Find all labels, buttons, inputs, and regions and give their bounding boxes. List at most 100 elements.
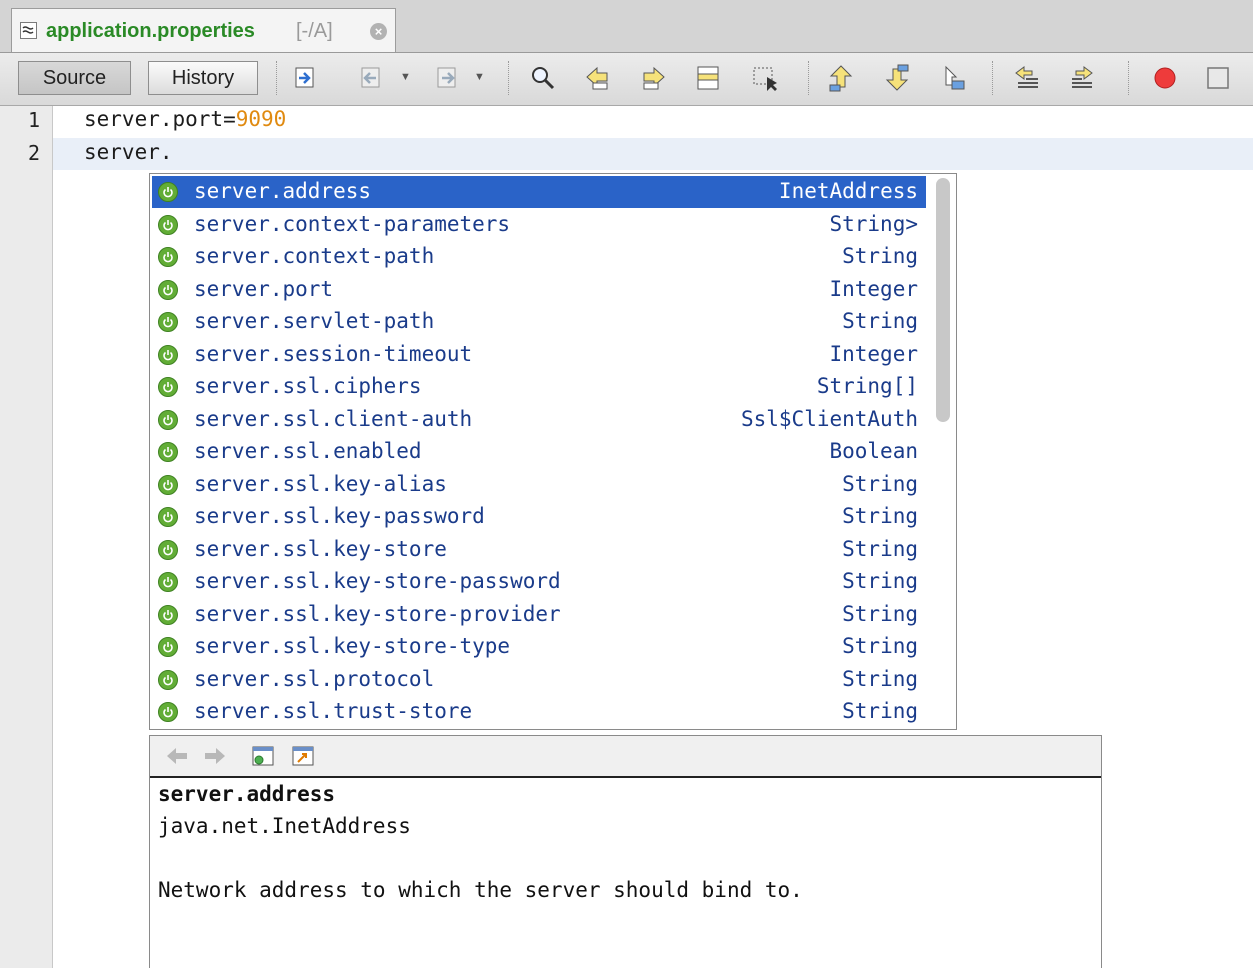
spring-boot-icon xyxy=(158,669,178,690)
chevron-down-icon[interactable]: ▼ xyxy=(474,71,485,83)
completion-item-type: String xyxy=(842,634,918,658)
line-number: 2 xyxy=(28,141,41,165)
spring-boot-icon xyxy=(158,442,178,462)
completion-item[interactable]: server.port Integer xyxy=(152,274,926,306)
completion-item-name: server.ssl.key-password xyxy=(194,504,485,528)
completion-item[interactable]: server.ssl.key-store-provider String xyxy=(152,599,926,631)
completion-item-type: Ssl$ClientAuth xyxy=(740,406,918,431)
properties-file-icon xyxy=(20,22,37,39)
spring-boot-icon xyxy=(158,637,178,657)
code-line[interactable]: server.port=9090 xyxy=(84,107,286,131)
completion-item[interactable]: server.address InetAddress xyxy=(152,176,926,208)
tab-title: application.properties xyxy=(46,20,255,42)
completion-item-type: Boolean xyxy=(829,439,918,463)
toolbar-separator xyxy=(808,61,809,95)
completion-item-name: server.servlet-path xyxy=(194,309,435,333)
next-bookmark-icon[interactable] xyxy=(882,63,912,93)
tab-application-properties[interactable]: application.properties [-/A] × xyxy=(11,8,396,52)
completion-item-type: InetAddress xyxy=(778,179,918,203)
completion-item-name: server.ssl.key-alias xyxy=(194,471,447,496)
stop-macro-icon[interactable] xyxy=(1203,63,1233,93)
completion-item-name: server.context-parameters xyxy=(194,211,511,236)
completion-item[interactable]: server.ssl.key-store String xyxy=(152,534,926,566)
doc-property-description: Network address to which the server shou… xyxy=(158,878,803,902)
completion-item-type: Integer xyxy=(829,276,918,301)
completion-item-name: server.session-timeout xyxy=(194,341,473,366)
completion-item[interactable]: server.session-timeout Integer xyxy=(152,339,926,371)
completion-item-type: String xyxy=(842,471,918,496)
completion-item[interactable]: server.ssl.ciphers String[] xyxy=(152,371,926,403)
history-button[interactable]: History xyxy=(148,61,258,95)
toggle-highlight-icon[interactable] xyxy=(694,63,724,93)
close-icon[interactable]: × xyxy=(370,23,387,40)
previous-bookmark-icon[interactable] xyxy=(826,63,856,93)
documentation-toolbar xyxy=(150,736,1101,778)
source-button[interactable]: Source xyxy=(18,61,131,95)
completion-item-name: server.ssl.client-auth xyxy=(194,406,473,431)
completion-item[interactable]: server.context-path String xyxy=(152,241,926,273)
completion-item-name: server.ssl.protocol xyxy=(194,666,435,691)
completion-item[interactable]: server.ssl.enabled Boolean xyxy=(152,436,926,468)
completion-item-type: String xyxy=(842,601,918,626)
line-number: 1 xyxy=(28,108,41,132)
find-previous-icon[interactable] xyxy=(583,63,613,93)
chevron-down-icon[interactable]: ▼ xyxy=(400,71,411,83)
completion-item-name: server.ssl.key-store-password xyxy=(194,569,561,593)
completion-item[interactable]: server.ssl.trust-store String xyxy=(152,696,926,728)
open-in-browser-icon[interactable] xyxy=(250,744,276,768)
completion-item-type: String xyxy=(842,309,918,333)
completion-item-type: String> xyxy=(829,211,918,236)
code-completion-popup[interactable]: server.address InetAddress server.context-… xyxy=(149,173,957,730)
current-line-highlight xyxy=(53,138,1253,170)
completion-item-type: String xyxy=(842,244,918,268)
forward-icon[interactable] xyxy=(432,63,462,93)
completion-item-name: server.ssl.key-store-type xyxy=(194,634,511,658)
toolbar-separator xyxy=(276,61,277,95)
spring-boot-icon xyxy=(158,214,178,235)
completion-item-type: String xyxy=(842,504,918,528)
spring-boot-icon xyxy=(158,279,178,300)
toolbar-separator xyxy=(1128,61,1129,95)
goto-source-icon[interactable] xyxy=(290,744,316,768)
spring-boot-icon xyxy=(158,409,178,430)
toolbar-separator xyxy=(992,61,993,95)
completion-item[interactable]: server.context-parameters String> xyxy=(152,209,926,241)
start-macro-icon[interactable] xyxy=(1150,63,1180,93)
find-next-icon[interactable] xyxy=(638,63,668,93)
completion-item[interactable]: server.ssl.protocol String xyxy=(152,664,926,696)
toolbar-separator xyxy=(508,61,509,95)
spring-boot-icon xyxy=(158,377,178,397)
completion-item[interactable]: server.ssl.key-store-password String xyxy=(152,566,926,598)
doc-forward-icon[interactable] xyxy=(202,744,228,768)
scrollbar-thumb[interactable] xyxy=(936,178,950,422)
toggle-bookmark-icon[interactable] xyxy=(938,63,968,93)
completion-item[interactable]: server.ssl.key-store-type String xyxy=(152,631,926,663)
completion-item[interactable]: server.ssl.key-alias String xyxy=(152,469,926,501)
completion-item-name: server.address xyxy=(194,179,372,203)
last-edit-icon[interactable] xyxy=(290,63,320,93)
completion-item[interactable]: server.ssl.client-auth Ssl$ClientAuth xyxy=(152,404,926,436)
doc-back-icon[interactable] xyxy=(164,744,190,768)
spring-boot-icon xyxy=(158,539,178,560)
spring-boot-icon xyxy=(158,312,178,332)
property-value: 9090 xyxy=(235,107,287,131)
tab-path: [-/A] xyxy=(296,20,333,42)
completion-item-name: server.ssl.key-store xyxy=(194,536,447,561)
line-number-gutter: 1 2 xyxy=(0,106,53,968)
completion-item[interactable]: server.servlet-path String xyxy=(152,306,926,338)
shift-right-icon[interactable] xyxy=(1068,63,1098,93)
back-icon[interactable] xyxy=(356,63,386,93)
completion-item-type: String xyxy=(842,569,918,593)
find-selection-icon[interactable] xyxy=(750,63,780,93)
spring-boot-icon xyxy=(158,474,178,495)
completion-item-name: server.ssl.enabled xyxy=(194,439,422,463)
completion-item-name: server.ssl.trust-store xyxy=(194,699,473,723)
spring-boot-icon xyxy=(158,702,178,722)
completion-item-type: String[] xyxy=(816,374,918,398)
completion-item-type: String xyxy=(842,699,918,723)
spring-boot-icon xyxy=(158,604,178,625)
shift-left-icon[interactable] xyxy=(1012,63,1042,93)
find-icon[interactable] xyxy=(528,63,558,93)
code-line[interactable]: server. xyxy=(84,140,173,164)
completion-item[interactable]: server.ssl.key-password String xyxy=(152,501,926,533)
